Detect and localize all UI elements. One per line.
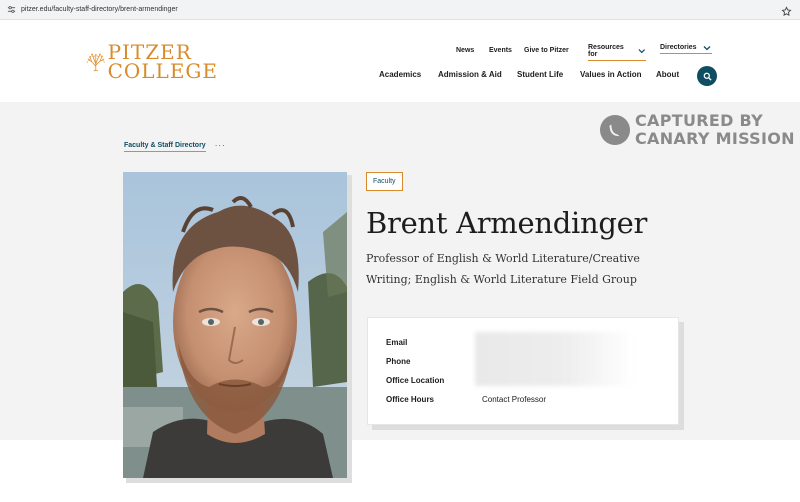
breadcrumb: Faculty & Staff Directory ··· <box>124 141 226 152</box>
nav-admission-aid[interactable]: Admission & Aid <box>438 70 502 79</box>
chevron-down-icon <box>638 49 646 54</box>
nav-give-to-pitzer[interactable]: Give to Pitzer <box>524 47 569 54</box>
bookmark-star-icon[interactable] <box>781 4 792 16</box>
url-text[interactable]: pitzer.edu/faculty-staff-directory/brent… <box>21 6 178 13</box>
office-hours-value: Contact Professor <box>482 395 547 404</box>
office-location-label: Office Location <box>386 376 445 385</box>
nav-student-life[interactable]: Student Life <box>517 70 563 79</box>
search-button[interactable] <box>697 66 717 86</box>
breadcrumb-more-icon[interactable]: ··· <box>215 141 226 150</box>
site-header: PITZER COLLEGE News Events Give to Pitze… <box>0 20 800 102</box>
contact-card: Email Phone Office Location Office Hours… <box>367 317 679 425</box>
site-settings-icon[interactable] <box>6 5 16 15</box>
breadcrumb-faculty-staff-directory[interactable]: Faculty & Staff Directory <box>124 142 206 152</box>
watermark-line2: CANARY MISSION <box>635 128 795 148</box>
directories-label: Directories <box>660 44 697 51</box>
resources-for-dropdown[interactable]: Resources for <box>588 44 646 61</box>
search-icon <box>703 72 712 81</box>
watermark-line1: CAPTURED BY <box>635 111 764 130</box>
browser-url-bar: pitzer.edu/faculty-staff-directory/brent… <box>0 0 800 20</box>
chevron-down-icon <box>703 45 711 50</box>
email-label: Email <box>386 338 408 347</box>
canary-bird-icon <box>600 114 630 145</box>
resources-for-label: Resources for <box>588 44 624 58</box>
nav-news[interactable]: News <box>456 47 474 54</box>
main-nav: Academics Admission & Aid Student Life V… <box>0 68 800 84</box>
faculty-name: Brent Armendinger <box>366 206 648 240</box>
faculty-badge: Faculty <box>366 172 403 191</box>
page-bottom <box>0 440 800 502</box>
nav-about[interactable]: About <box>656 70 679 79</box>
nav-academics[interactable]: Academics <box>379 70 421 79</box>
utility-nav: News Events Give to Pitzer Resources for… <box>0 44 800 61</box>
office-hours-label: Office Hours <box>386 395 435 404</box>
canary-mission-watermark: CAPTURED BY CANARY MISSION <box>600 112 795 147</box>
faculty-portrait <box>123 172 347 478</box>
phone-label: Phone <box>386 357 411 366</box>
nav-events[interactable]: Events <box>489 47 512 54</box>
faculty-title: Professor of English & World Literature/… <box>366 252 640 286</box>
directories-dropdown[interactable]: Directories <box>660 44 712 54</box>
nav-values-in-action[interactable]: Values in Action <box>580 70 642 79</box>
redacted-contact-info <box>475 332 635 386</box>
